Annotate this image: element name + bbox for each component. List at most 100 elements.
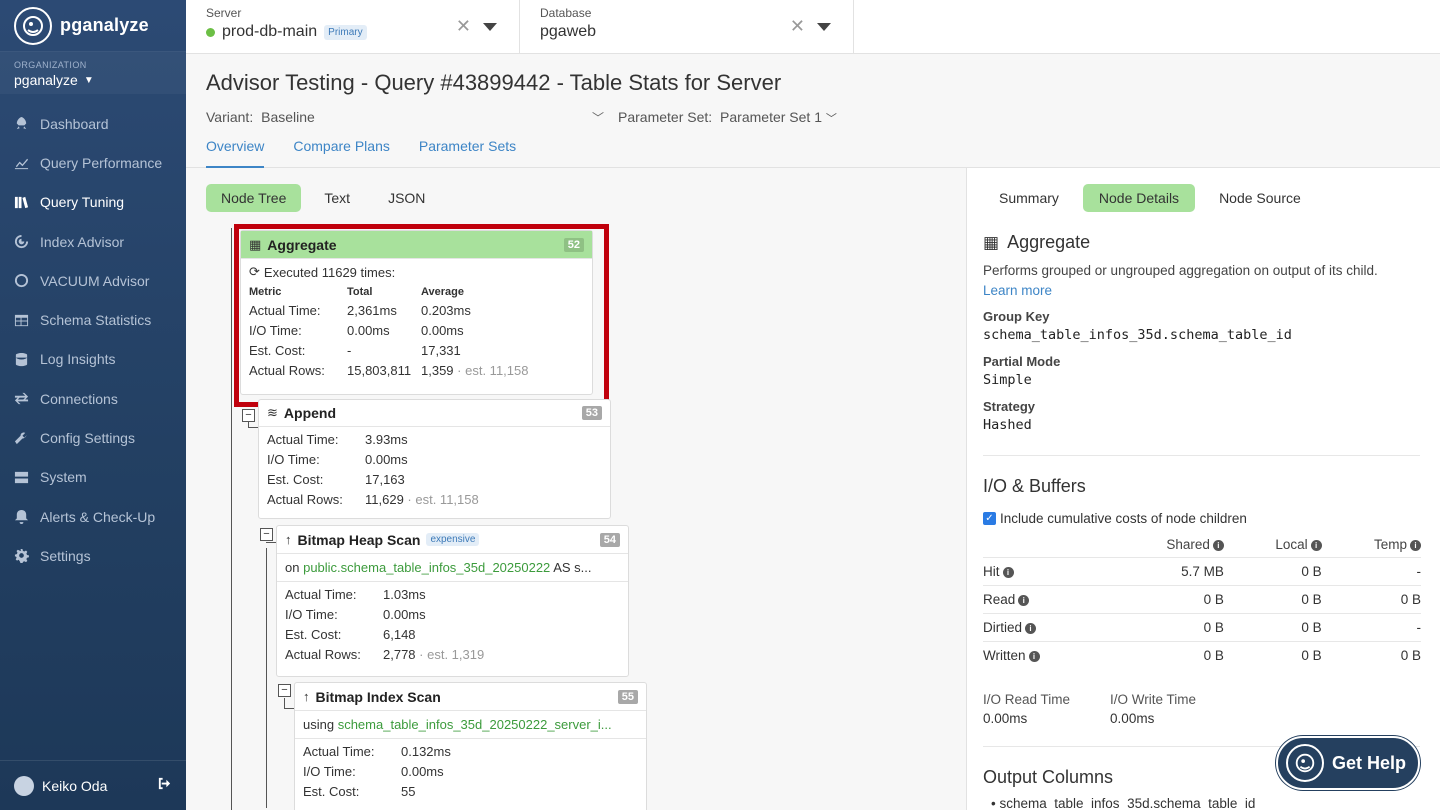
tab-compare-plans[interactable]: Compare Plans (293, 138, 390, 168)
info-icon[interactable]: i (1310, 539, 1322, 551)
info-icon[interactable]: i (1028, 651, 1040, 663)
info-icon[interactable]: i (1025, 622, 1037, 634)
cell: 0 B (1321, 585, 1421, 614)
node-title: Append (283, 405, 337, 421)
metric-value: 1.03ms (383, 587, 426, 602)
sidebar-item-log-insights[interactable]: Log Insights (0, 340, 186, 379)
tab-parameter-sets[interactable]: Parameter Sets (419, 138, 516, 168)
metric-label: Est. Cost: (285, 627, 342, 642)
cell: 0 B (1223, 557, 1322, 586)
toggle-json[interactable]: JSON (373, 184, 440, 212)
table-icon (14, 313, 29, 328)
logout-icon[interactable] (157, 776, 172, 796)
server-icon (14, 470, 29, 485)
sidebar-item-connections[interactable]: Connections (0, 379, 186, 418)
plan-node-bitmap-index-scan[interactable]: ↑ Bitmap Index Scan 55 using schema_tabl… (294, 682, 647, 810)
metric-value: 0.00ms (401, 764, 444, 779)
user-name[interactable]: Keiko Oda (42, 778, 149, 794)
table-row: Read i 0 B0 B0 B (983, 585, 1421, 614)
partial-mode-value: Simple (983, 372, 1032, 388)
scan-target: on public.schema_table_infos_35d_2025022… (277, 554, 628, 582)
wrench-icon (14, 431, 29, 446)
io-write-time-label: I/O Write Time (1110, 691, 1197, 707)
metric-label: Est. Cost: (303, 784, 360, 799)
database-selector[interactable]: Database pgaweb ✕ (520, 0, 854, 53)
info-icon[interactable]: i (1002, 566, 1014, 578)
caret-down-icon[interactable] (483, 22, 497, 31)
info-icon[interactable]: i (1018, 594, 1030, 606)
brand[interactable]: pganalyze (0, 0, 186, 52)
metric-value: 0.132ms (401, 744, 451, 759)
strategy-value: Hashed (983, 417, 1032, 433)
clear-icon[interactable]: ✕ (790, 16, 805, 37)
strategy-label: Strategy (983, 399, 1036, 414)
metric-value: 2,778 (383, 647, 416, 662)
tab-node-details[interactable]: Node Details (1082, 184, 1196, 212)
arrow-up-icon: ↑ (285, 532, 292, 547)
tab-node-source[interactable]: Node Source (1203, 184, 1317, 212)
toggle-node-tree[interactable]: Node Tree (206, 184, 302, 212)
sidebar-item-alerts-check-up[interactable]: Alerts & Check-Up (0, 497, 186, 536)
get-help-button[interactable]: Get Help (1276, 736, 1420, 790)
parameter-set-select[interactable]: Parameter Set: Parameter Set 1 ﹀ (618, 109, 837, 126)
circle-icon (14, 273, 29, 288)
metric-label: Est. Cost: (267, 472, 324, 487)
metric-value: 55 (401, 784, 416, 799)
sidebar-item-query-tuning[interactable]: Query Tuning (0, 183, 186, 222)
collapse-toggle[interactable]: − (260, 528, 273, 541)
sidebar-item-query-performance[interactable]: Query Performance (0, 143, 186, 182)
cell: 0 B (1223, 613, 1322, 642)
sidebar-item-dashboard[interactable]: Dashboard (0, 104, 186, 143)
toggle-text[interactable]: Text (309, 184, 365, 212)
clear-icon[interactable]: ✕ (456, 16, 471, 37)
table-link[interactable]: public.schema_table_infos_35d_20250222 (303, 560, 550, 575)
tab-summary[interactable]: Summary (983, 184, 1075, 212)
cell: 0 B (1223, 585, 1322, 614)
divider (983, 455, 1420, 456)
expensive-badge: expensive (426, 533, 480, 546)
include-children-checkbox[interactable]: ✓ (983, 512, 996, 525)
tab-overview[interactable]: Overview (206, 138, 265, 168)
org-label: ORGANIZATION (14, 60, 87, 70)
sidebar-item-label: Connections (40, 390, 118, 407)
sidebar-item-label: Config Settings (40, 430, 135, 447)
sidebar-item-system[interactable]: System (0, 458, 186, 497)
avatar[interactable] (14, 775, 34, 796)
learn-more-link[interactable]: Learn more (983, 281, 1420, 301)
metric-label: Actual Time: (267, 432, 339, 447)
metric-value: 0.00ms (383, 607, 426, 622)
sidebar-item-label: Query Tuning (40, 194, 125, 211)
chevron-down-icon[interactable]: ﹀ (592, 109, 604, 126)
param-label: Parameter Set: (618, 108, 713, 125)
metric-label: I/O Time: (267, 452, 320, 467)
sidebar-item-index-advisor[interactable]: Index Advisor (0, 222, 186, 261)
sidebar-item-settings[interactable]: Settings (0, 536, 186, 575)
group-key-value: schema_table_infos_35d.schema_table_id (983, 327, 1292, 343)
detail-title: Aggregate (1007, 232, 1091, 252)
collapse-toggle[interactable]: − (278, 684, 291, 697)
node-number: 54 (599, 532, 620, 547)
metric-label: Actual Time: (285, 587, 357, 602)
tree-line (284, 708, 294, 709)
group-key-label: Group Key (983, 309, 1050, 324)
server-selector[interactable]: Server prod-db-main Primary ✕ (186, 0, 520, 53)
plan-node-append[interactable]: ≋ Append 53 Actual Time: 3.93ms I/O Time:… (258, 399, 611, 519)
sidebar-item-schema-statistics[interactable]: Schema Statistics (0, 300, 186, 339)
row-label: Read (983, 592, 1016, 607)
sidebar-item-config-settings[interactable]: Config Settings (0, 418, 186, 457)
collapse-toggle[interactable]: − (242, 409, 255, 422)
org-switcher[interactable]: ORGANIZATION pganalyze ▼ (0, 52, 186, 94)
sidebar-item-vacuum-advisor[interactable]: VACUUM Advisor (0, 261, 186, 300)
plan-node-bitmap-heap-scan[interactable]: ↑ Bitmap Heap Scan expensive 54 on publi… (276, 525, 629, 677)
variant-select[interactable]: Variant: Baseline (206, 109, 606, 125)
caret-down-icon: ▼ (83, 74, 94, 86)
on-prefix: on (285, 560, 300, 575)
caret-down-icon[interactable] (817, 22, 831, 31)
info-icon[interactable]: i (1410, 539, 1421, 551)
detail-tabs: Summary Node Details Node Source (983, 184, 1420, 212)
selection-highlight (234, 224, 609, 407)
user-bar: Keiko Oda (0, 760, 186, 810)
info-icon[interactable]: i (1212, 539, 1224, 551)
index-link[interactable]: schema_table_infos_35d_20250222_server_i… (338, 717, 612, 732)
node-title: Bitmap Heap Scan (297, 531, 421, 548)
